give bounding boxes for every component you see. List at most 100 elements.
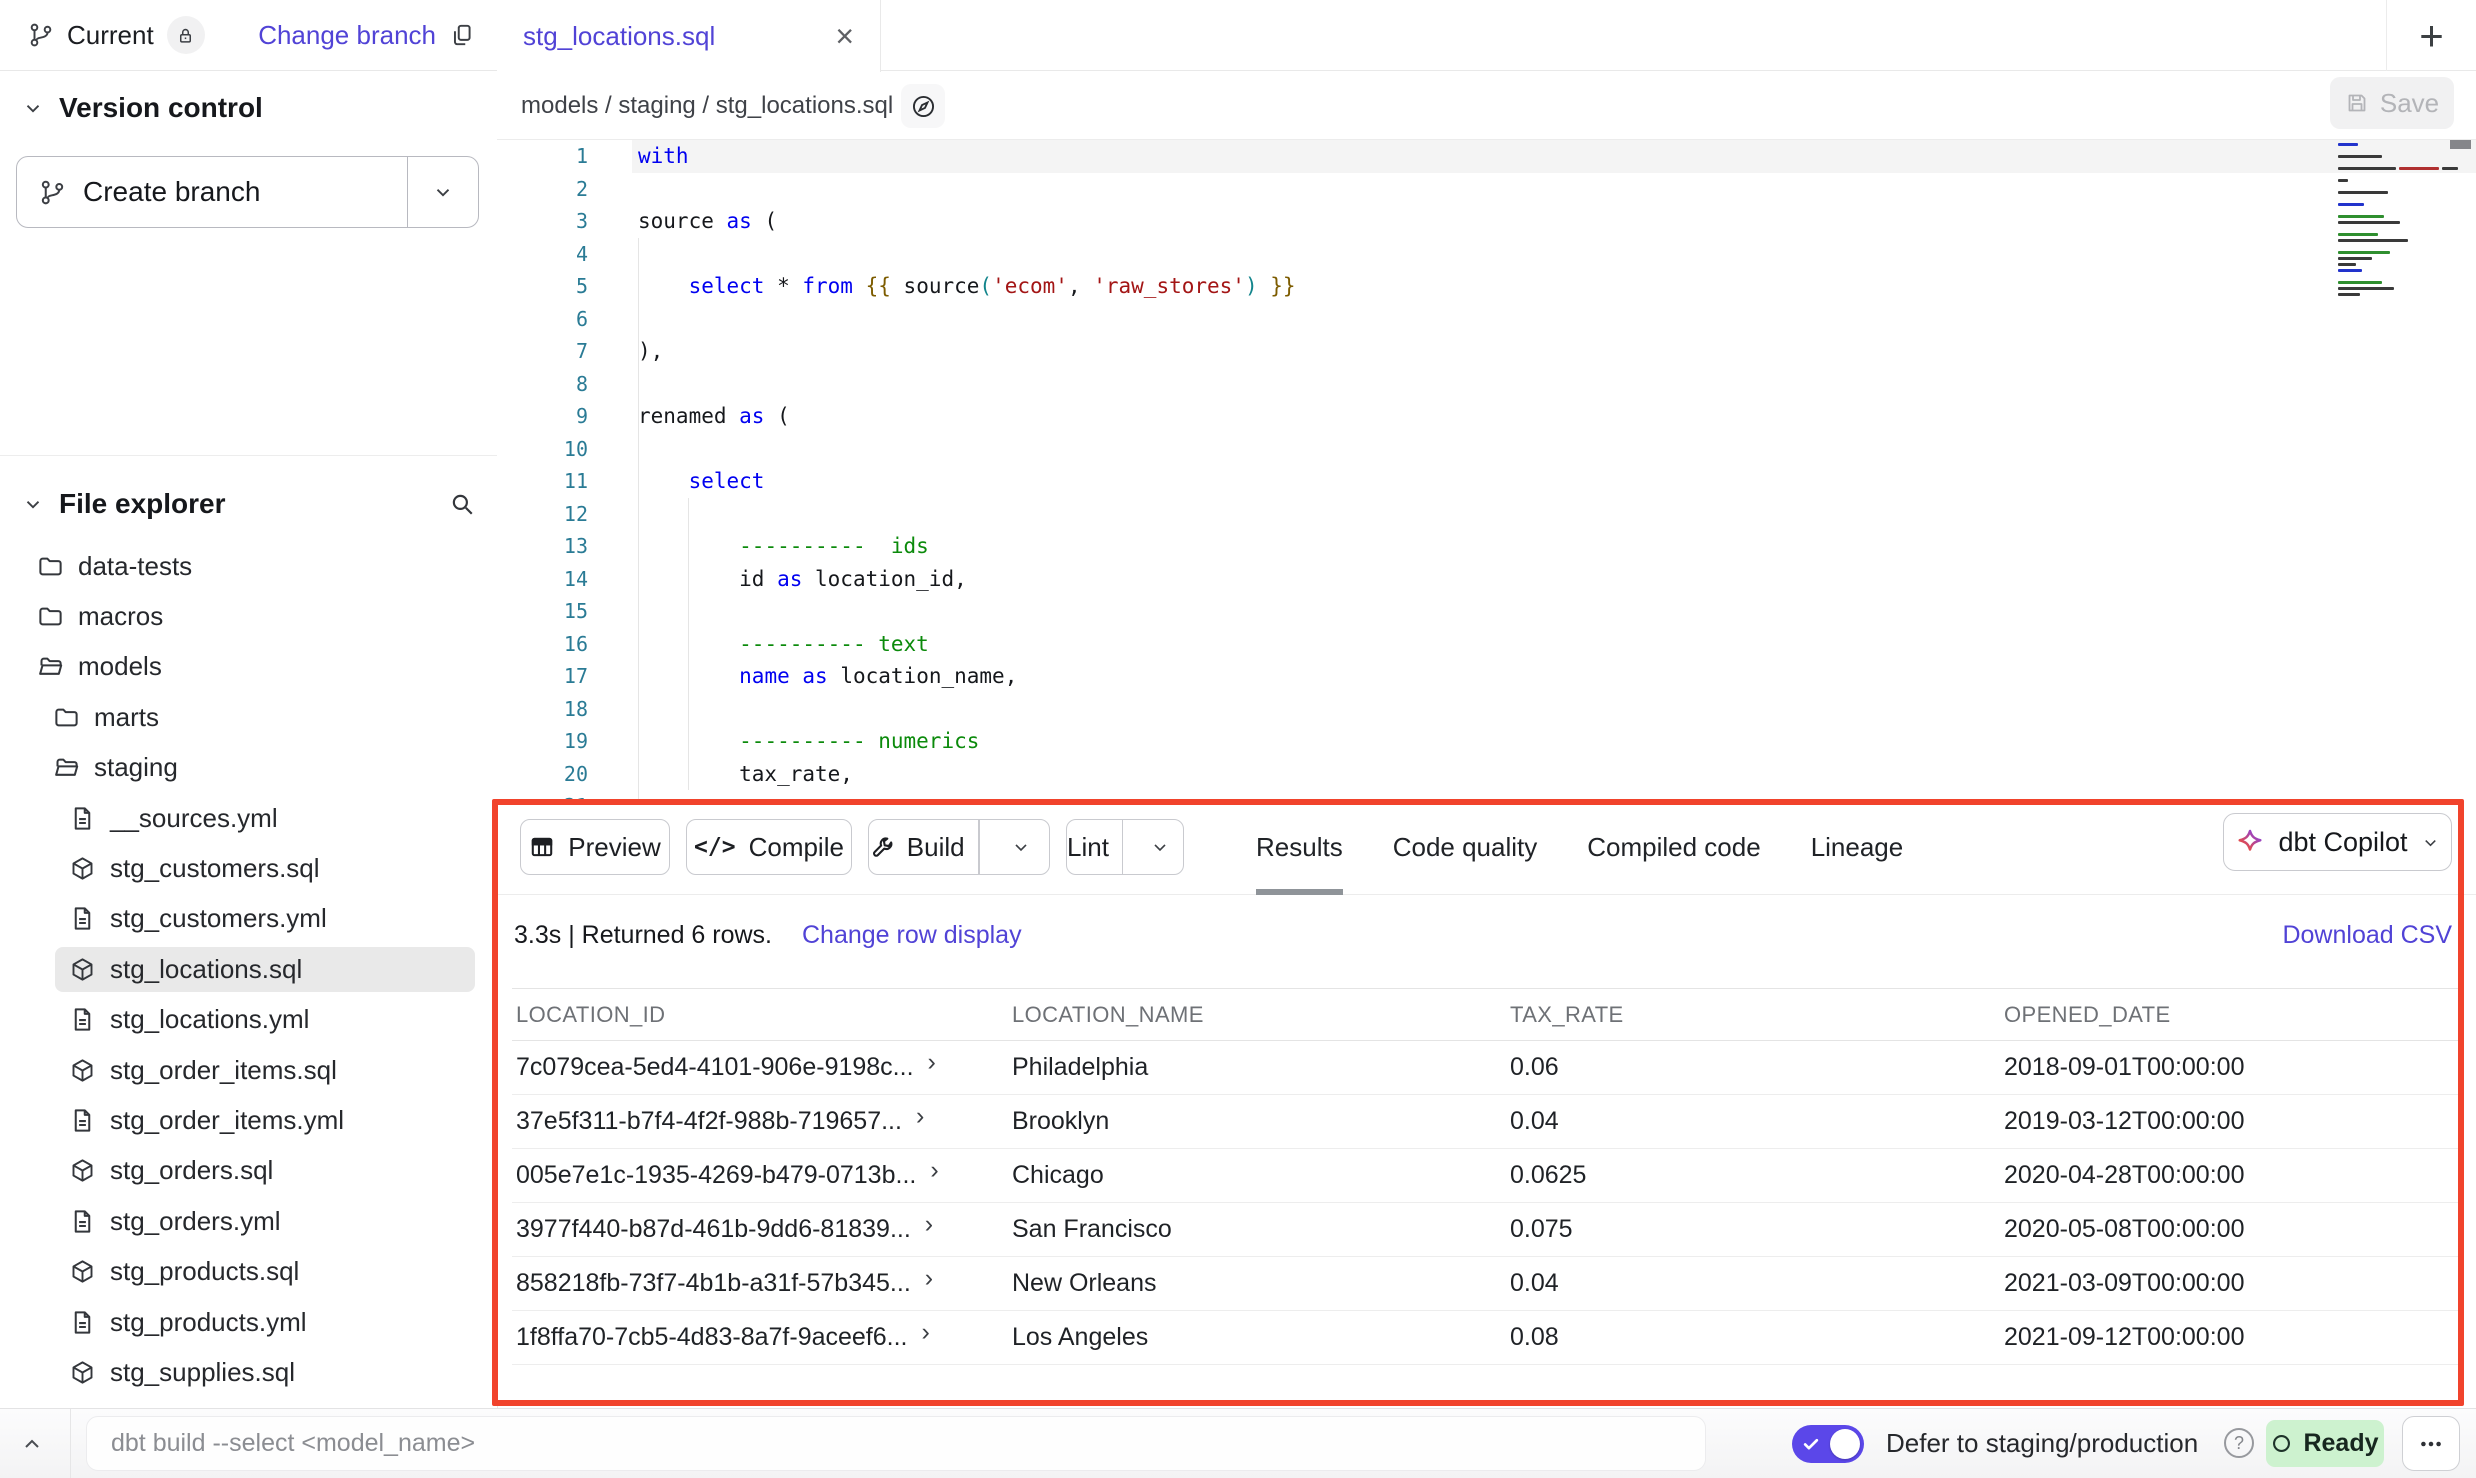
create-branch-dropdown[interactable] [407,157,478,227]
file-item-stg_products.sql[interactable]: stg_products.sql [0,1246,495,1296]
change-row-display-link[interactable]: Change row display [802,921,1022,950]
code-line-5: 5 select * from {{ source('ecom', 'raw_s… [497,270,2476,303]
results-meta-row: 3.3s | Returned 6 rows. Change row displ… [497,895,2476,976]
tab-stg-locations-sql[interactable]: stg_locations.sql × [497,0,881,72]
create-branch-button[interactable]: Create branch [16,156,479,228]
code-icon: </> [694,834,736,860]
file-item-label: stg_locations.yml [110,1004,309,1035]
results-meta: 3.3s | Returned 6 rows. [514,895,772,976]
file-item-stg_locations.sql[interactable]: stg_locations.sql [0,944,495,994]
table-cell: New Orleans [1012,1257,1157,1310]
version-control-header[interactable]: Version control [22,86,475,130]
dbt-copilot-button[interactable]: dbt Copilot [2223,813,2452,871]
tab-code-quality[interactable]: Code quality [1393,800,1538,895]
row-expand-icon[interactable]: › [922,1318,930,1347]
code-line-2: 2 [497,173,2476,206]
version-control-title: Version control [59,92,263,124]
navigate-icon[interactable] [901,84,945,128]
lint-dropdown-chevron-icon[interactable] [1136,837,1183,857]
editor-minimap[interactable] [2338,143,2458,299]
status-badge[interactable]: Ready [2266,1420,2384,1467]
file-item-stg_customers.yml[interactable]: stg_customers.yml [0,894,495,944]
folder-icon [53,704,80,731]
compile-button[interactable]: </> Compile [686,819,852,875]
tab-results[interactable]: Results [1256,800,1343,895]
file-item-marts[interactable]: marts [0,692,495,742]
table-row: 7c079cea-5ed4-4101-906e-9198c...›Philade… [512,1041,2464,1095]
table-cell: 0.04 [1510,1095,1559,1148]
preview-button[interactable]: Preview [520,819,670,875]
model-icon [69,956,96,983]
breadcrumb: models / staging / stg_locations.sql [521,71,893,140]
ellipsis-menu-button[interactable] [2402,1416,2460,1471]
model-icon [69,855,96,882]
build-label: Build [907,832,965,863]
lint-button[interactable]: Lint [1066,819,1184,875]
copy-icon[interactable] [449,22,475,48]
file-item-stg_products.yml[interactable]: stg_products.yml [0,1297,495,1347]
table-cell: 2019-03-12T00:00:00 [2004,1095,2244,1148]
row-expand-icon[interactable]: › [916,1102,924,1131]
build-dropdown-chevron-icon[interactable] [993,837,1049,857]
file-item-macros[interactable]: macros [0,591,495,641]
code-line-10: 10 [497,433,2476,466]
row-expand-icon[interactable]: › [928,1048,936,1077]
table-cell: 0.0625 [1510,1149,1586,1202]
code-line-9: 9renamed as ( [497,400,2476,433]
file-item-data-tests[interactable]: data-tests [0,541,495,591]
create-branch-label: Create branch [83,176,260,208]
table-cell: 1f8ffa70-7cb5-4d83-8a7f-9aceef6...› [516,1311,930,1364]
indent-guide [638,238,639,800]
table-row: 858218fb-73f7-4b1b-a31f-57b345...›New Or… [512,1257,2464,1311]
table-grid-icon [529,834,555,860]
table-row: 1f8ffa70-7cb5-4d83-8a7f-9aceef6...›Los A… [512,1311,2464,1365]
change-branch-link[interactable]: Change branch [258,20,436,51]
file-icon [69,805,96,832]
file-item-staging[interactable]: staging [0,743,495,793]
editor-tab-bar: stg_locations.sql × + [497,0,2476,71]
file-item-stg_orders.sql[interactable]: stg_orders.sql [0,1146,495,1196]
copilot-chevron-icon [2421,833,2440,852]
table-cell: 0.08 [1510,1311,1559,1364]
build-button[interactable]: Build [868,819,1050,875]
file-item-__sources.yml[interactable]: __sources.yml [0,793,495,843]
file-item-label: stg_orders.sql [110,1155,273,1186]
tab-compiled-code[interactable]: Compiled code [1587,800,1760,895]
chevron-up-icon[interactable] [12,1424,52,1464]
tab-lineage[interactable]: Lineage [1811,800,1904,895]
row-expand-icon[interactable]: › [925,1264,933,1293]
search-icon[interactable] [449,491,475,517]
command-input[interactable] [86,1416,1706,1471]
check-icon [1801,1434,1821,1454]
file-item-stg_order_items.sql[interactable]: stg_order_items.sql [0,1045,495,1095]
file-explorer-header[interactable]: File explorer [22,481,475,527]
file-item-stg_customers.sql[interactable]: stg_customers.sql [0,843,495,893]
copilot-icon [2235,827,2265,857]
code-line-15: 15 [497,595,2476,628]
table-cell: 2021-09-12T00:00:00 [2004,1311,2244,1364]
tab-title: stg_locations.sql [523,21,715,52]
file-item-label: __sources.yml [110,803,278,834]
table-cell: 0.075 [1510,1203,1573,1256]
model-icon [69,1157,96,1184]
file-item-stg_orders.yml[interactable]: stg_orders.yml [0,1196,495,1246]
file-item-models[interactable]: models [0,642,495,692]
defer-toggle[interactable] [1792,1425,1864,1463]
table-cell: Brooklyn [1012,1095,1109,1148]
help-icon[interactable]: ? [2224,1428,2254,1458]
code-editor[interactable]: 1with23source as (45 select * from {{ so… [497,140,2476,800]
new-tab-button[interactable]: + [2387,0,2476,71]
file-item-stg_order_items.yml[interactable]: stg_order_items.yml [0,1095,495,1145]
save-button[interactable]: Save [2330,77,2454,129]
code-lines: 1with23source as (45 select * from {{ so… [497,140,2476,800]
download-csv-link[interactable]: Download CSV [2282,921,2452,950]
file-item-stg_locations.yml[interactable]: stg_locations.yml [0,995,495,1045]
row-expand-icon[interactable]: › [925,1210,933,1239]
table-cell: Chicago [1012,1149,1104,1202]
code-line-17: 17 name as location_name, [497,660,2476,693]
row-expand-icon[interactable]: › [930,1156,938,1185]
scrollbar-thumb[interactable] [2450,140,2471,149]
status-bar: Defer to staging/production ? Ready [0,1408,2476,1478]
file-item-stg_supplies.sql[interactable]: stg_supplies.sql [0,1347,495,1397]
close-icon[interactable]: × [835,20,854,52]
